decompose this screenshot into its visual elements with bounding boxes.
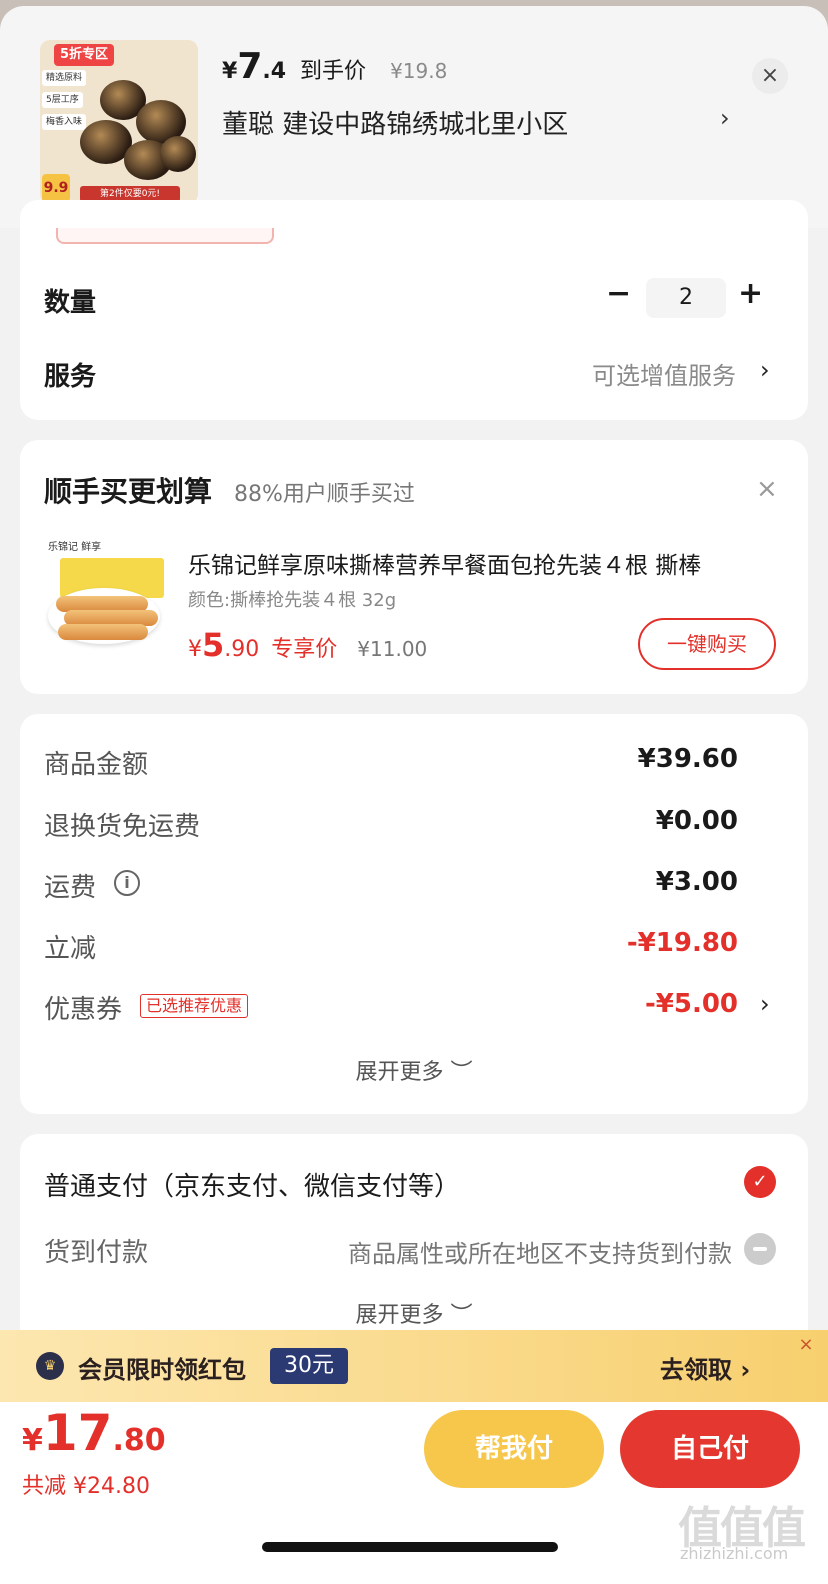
thumb-label: 精选原料: [42, 70, 87, 86]
summary-value: ¥39.60: [637, 744, 738, 774]
seed-image: [160, 136, 196, 172]
price-decimal: .4: [262, 59, 287, 84]
upsell-product-image[interactable]: 乐锦记 鲜享: [44, 538, 164, 648]
close-icon[interactable]: ×: [790, 1330, 822, 1360]
summary-value: ¥0.00: [655, 806, 738, 836]
summary-value[interactable]: -¥5.00: [645, 989, 738, 1019]
upsell-title: 顺手买更划算: [44, 475, 213, 508]
thumb-label: 梅香入味: [42, 114, 87, 130]
chevron-right-icon[interactable]: ›: [760, 990, 770, 1018]
price-decimal: .90: [224, 637, 260, 662]
self-pay-button[interactable]: 自己付: [620, 1410, 800, 1488]
product-thumbnail[interactable]: 5折专区 精选原料 5层工序 梅香入味 9.9 第2件仅要0元!: [40, 40, 198, 204]
disabled-icon: [744, 1233, 776, 1265]
home-indicator[interactable]: [262, 1542, 558, 1552]
price-label: 到手价: [300, 59, 367, 84]
quantity-plus-button[interactable]: +: [738, 276, 763, 311]
service-value[interactable]: 可选增值服务: [592, 356, 736, 391]
total-price: ¥ 17 .80: [22, 1404, 166, 1462]
bread-stick: [58, 624, 148, 640]
upsell-item-price: ¥ 5 .90 专享价 ¥11.00: [188, 626, 427, 664]
price-label: 专享价: [271, 637, 338, 662]
upsell-subtitle: 88%用户顺手买过: [234, 482, 415, 507]
help-pay-button[interactable]: 帮我付: [424, 1410, 604, 1488]
close-button[interactable]: ×: [752, 58, 788, 94]
coupon-tag: 已选推荐优惠: [140, 994, 249, 1018]
check-icon[interactable]: ✓: [744, 1166, 776, 1198]
price-integer: 5: [202, 626, 225, 664]
expand-more-button[interactable]: 展开更多 ︶: [0, 1297, 828, 1329]
currency: ¥: [22, 1423, 43, 1458]
upsell-item-title[interactable]: 乐锦记鲜享原味撕棒营养早餐面包抢先装４根 撕棒: [188, 546, 774, 580]
crown-icon: ♛: [36, 1352, 64, 1380]
payment-option-normal[interactable]: 普通支付（京东支付、微信支付等）: [44, 1166, 460, 1203]
quantity-label: 数量: [44, 288, 97, 318]
quantity-input[interactable]: 2: [646, 278, 726, 318]
summary-label: 运费: [44, 873, 97, 903]
currency: ¥: [188, 637, 202, 662]
one-click-buy-button[interactable]: 一键购买: [638, 618, 776, 670]
summary-label: 优惠券: [44, 995, 123, 1025]
summary-label: 商品金额: [44, 750, 149, 780]
quantity-minus-button[interactable]: −: [606, 276, 631, 311]
price-integer: 17: [42, 1404, 113, 1462]
payment-option-cod: 货到付款: [44, 1238, 149, 1268]
close-icon[interactable]: ×: [756, 474, 778, 504]
summary-value: -¥19.80: [626, 928, 738, 958]
delivery-address[interactable]: 董聪 建设中路锦绣城北里小区: [222, 104, 568, 141]
claim-button[interactable]: 去领取 ›: [660, 1350, 750, 1385]
final-price: ¥ 7 .4 到手价 ¥19.8: [222, 46, 447, 96]
summary-label: 立减: [44, 934, 97, 964]
currency: ¥: [222, 59, 238, 84]
spec-option-peek[interactable]: [56, 228, 274, 244]
total-saved: 共减 ¥24.80: [22, 1474, 150, 1499]
price-decimal: .80: [112, 1423, 166, 1458]
banner-badge: 30元: [270, 1348, 348, 1384]
original-price: ¥11.00: [357, 637, 428, 661]
thumb-price-badge: 9.9: [42, 174, 70, 202]
chevron-right-icon[interactable]: ›: [720, 104, 730, 132]
watermark-url: zhizhizhi.com: [680, 1544, 789, 1563]
original-price: ¥19.8: [390, 59, 448, 83]
expand-more-button[interactable]: 展开更多 ︶: [0, 1054, 828, 1086]
banner-text: 会员限时领红包: [78, 1356, 246, 1384]
summary-label: 退换货免运费: [44, 812, 201, 842]
price-integer: 7: [237, 46, 263, 87]
upsell-item-attr: 颜色:撕棒抢先装４根 32g: [188, 590, 397, 611]
thumb-label: 5层工序: [42, 92, 83, 108]
chevron-right-icon[interactable]: ›: [760, 356, 770, 384]
summary-value: ¥3.00: [655, 867, 738, 897]
cod-note: 商品属性或所在地区不支持货到付款: [348, 1240, 732, 1268]
info-icon[interactable]: i: [114, 870, 140, 896]
product-brand: 乐锦记 鲜享: [48, 542, 102, 553]
thumb-tag: 5折专区: [54, 44, 115, 66]
service-label: 服务: [44, 362, 97, 392]
